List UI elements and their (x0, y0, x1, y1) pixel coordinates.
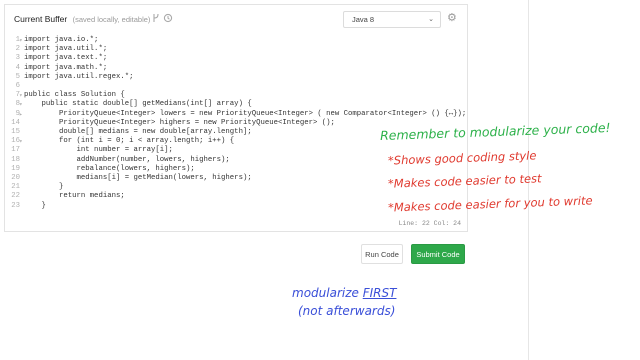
code-text: import java.util.*; (24, 45, 108, 54)
code-text: medians[i] = getMedian(lowers, highers); (24, 174, 252, 182)
code-line: 6 (5, 82, 467, 91)
chevron-down-icon: ⌄ (428, 16, 434, 23)
code-text: } (24, 201, 46, 210)
buffer-title-text: Current Buffer (14, 14, 68, 24)
line-number: 22 (11, 192, 20, 201)
code-text: rebalance(lowers, highers); (24, 164, 195, 173)
code-text: import java.util.regex.*; (24, 72, 134, 81)
line-number: 23 (11, 201, 20, 210)
code-editor-panel: Current Buffer (saved locally, editable)… (4, 4, 468, 232)
history-icon[interactable] (163, 13, 173, 23)
line-number: 20 (11, 174, 20, 182)
fold-toggle-icon[interactable]: ▸ (19, 110, 23, 119)
line-number: 18 (11, 155, 20, 164)
code-line: 9 ▸ PriorityQueue<Integer> lowers = new P… (5, 110, 467, 119)
language-select[interactable]: Java 8 ⌄ (343, 11, 441, 28)
run-code-button[interactable]: Run Code (361, 244, 403, 264)
code-text: double[] medians = new double[array.leng… (24, 128, 252, 136)
buffer-title: Current Buffer (saved locally, editable) (14, 14, 150, 24)
code-text: for (int i = 0; i < array.length; i++) { (24, 137, 235, 146)
fold-toggle-icon[interactable]: ▾ (19, 100, 23, 109)
line-number: 2 (15, 45, 20, 54)
code-text: int number = array[i]; (24, 146, 173, 155)
code-text: import java.text.*; (24, 54, 108, 63)
code-text: } (24, 183, 64, 192)
line-number: 15 (11, 128, 20, 136)
line-number: 3 (15, 54, 20, 63)
code-line: 4 import java.math.*; (5, 64, 467, 73)
code-text: PriorityQueue<Integer> lowers = new Prio… (24, 109, 467, 118)
line-number: 5 (15, 72, 20, 81)
code-line: 8 ▾ public static double[] getMedians(int… (5, 100, 467, 109)
annotation-modularize-first: modularize FIRST (292, 286, 396, 300)
code-line: 1 ▾ import java.io.*; (5, 36, 467, 45)
language-select-value: Java 8 (352, 15, 375, 24)
code-line: 3 import java.text.*; (5, 54, 467, 63)
branch-icon[interactable] (151, 13, 161, 23)
code-text: public static double[] getMedians(int[] … (24, 100, 252, 109)
gear-icon[interactable]: ⚙ (447, 13, 458, 24)
code-line: 2 import java.util.*; (5, 45, 467, 54)
code-text: return medians; (24, 192, 125, 201)
fold-toggle-icon[interactable]: ▾ (19, 36, 23, 45)
code-text: public class Solution { (24, 91, 125, 100)
editor-header: Current Buffer (saved locally, editable)… (5, 5, 467, 31)
buffer-subtitle: (saved locally, editable) (72, 15, 151, 24)
line-number: 14 (11, 118, 20, 127)
code-text: import java.io.*; (24, 36, 99, 44)
code-text: addNumber(number, lowers, highers); (24, 155, 230, 164)
annotation-modularize-text: modularize (292, 286, 363, 300)
line-number: 17 (11, 146, 20, 155)
submit-code-button[interactable]: Submit Code (411, 244, 465, 264)
code-text: PriorityQueue<Integer> highers = new Pri… (24, 118, 335, 127)
annotation-first-text: FIRST (362, 286, 397, 300)
line-number: 6 (15, 82, 20, 90)
fold-toggle-icon[interactable]: ▾ (19, 137, 23, 146)
annotation-not-afterwards: (not afterwards) (298, 304, 396, 318)
line-number: 4 (15, 63, 20, 72)
code-line: 5 import java.util.regex.*; (5, 73, 467, 82)
line-number: 19 (11, 164, 20, 173)
line-number: 21 (11, 183, 20, 192)
fold-toggle-icon[interactable]: ▾ (19, 91, 23, 100)
cursor-position-status: Line: 22 Col: 24 (398, 220, 461, 227)
code-line: 7 ▾ public class Solution { (5, 91, 467, 100)
code-text: import java.math.*; (24, 63, 108, 72)
